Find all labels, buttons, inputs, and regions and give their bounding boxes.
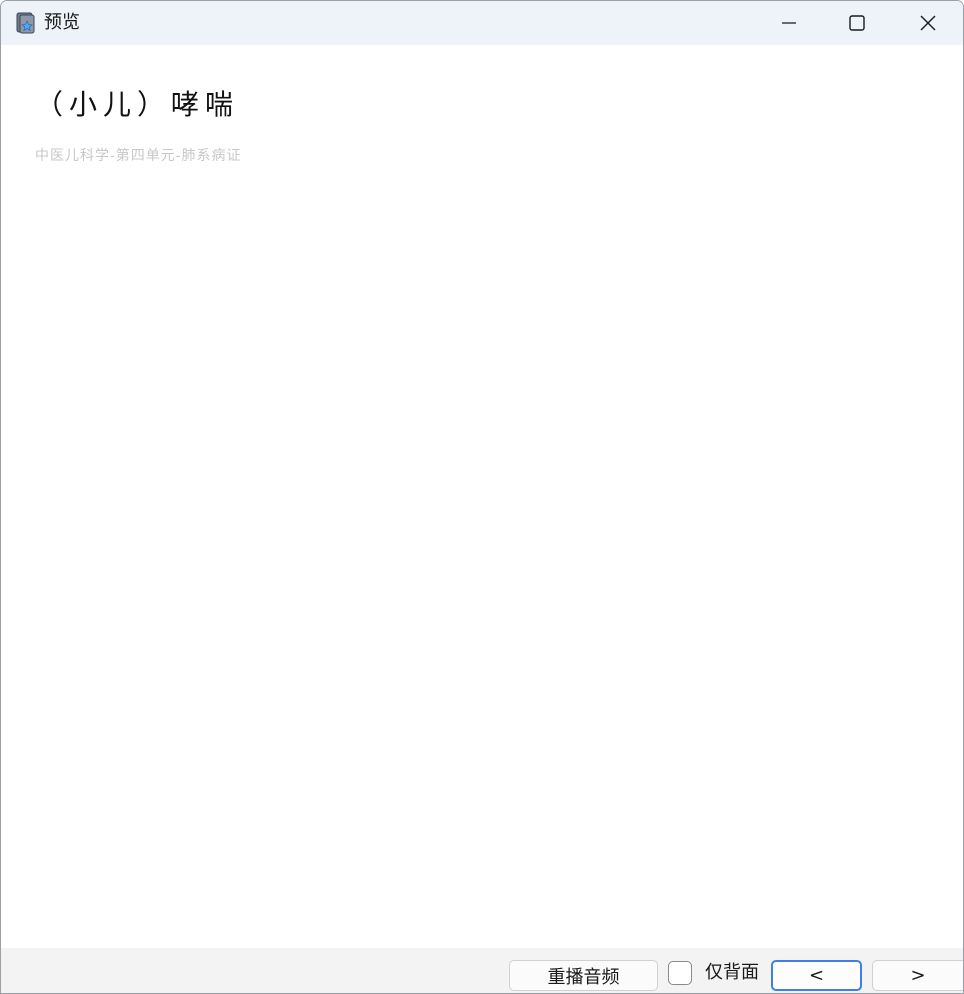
close-icon [920, 15, 936, 31]
previous-button[interactable]: < [771, 960, 862, 991]
window-title: 预览 [44, 12, 80, 33]
maximize-button[interactable] [822, 1, 892, 45]
card-front-text: （小儿）哮喘 [35, 88, 240, 121]
maximize-icon [849, 15, 865, 31]
preview-window: 预览 （小儿）哮喘 中医儿科学-第四单元-肺系病证 重播音频 仅背面 < > [0, 0, 964, 994]
app-icon [16, 12, 35, 34]
replay-audio-button[interactable]: 重播音频 [509, 960, 658, 991]
close-button[interactable] [893, 1, 963, 45]
next-button[interactable]: > [872, 960, 963, 991]
minimize-icon [782, 22, 796, 24]
card-tag: 中医儿科学-第四单元-肺系病证 [35, 148, 242, 164]
bottom-toolbar: 重播音频 仅背面 < > [1, 948, 963, 993]
title-bar[interactable]: 预览 [1, 1, 963, 45]
back-only-label[interactable]: 仅背面 [705, 961, 759, 985]
minimize-button[interactable] [754, 1, 824, 45]
card-preview-area: （小儿）哮喘 中医儿科学-第四单元-肺系病证 [1, 45, 963, 948]
back-only-checkbox[interactable] [668, 961, 692, 985]
